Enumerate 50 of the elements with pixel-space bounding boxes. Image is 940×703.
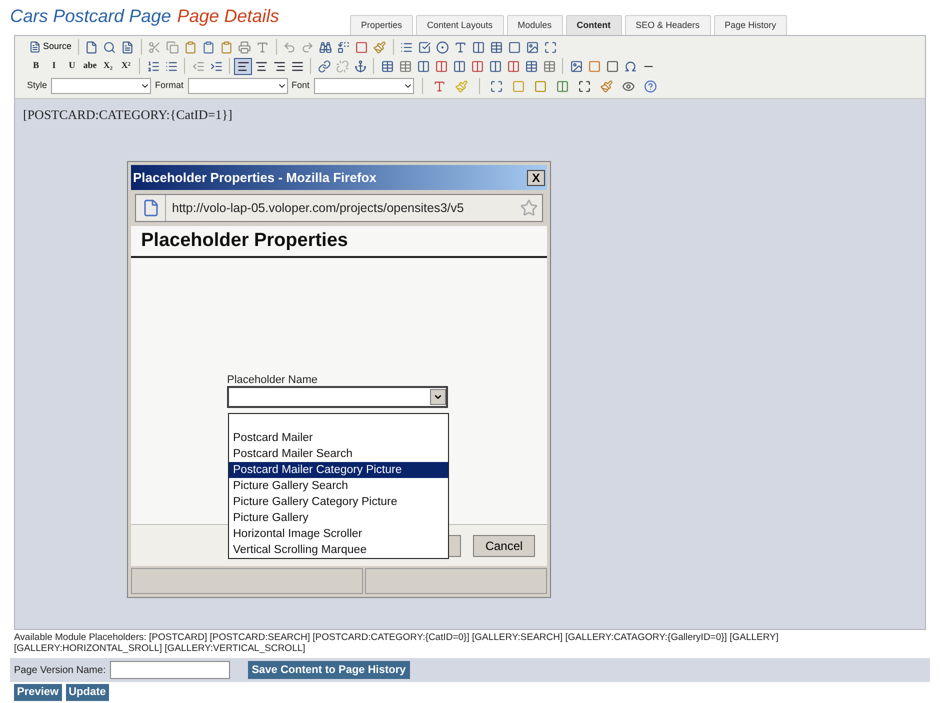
tab[interactable]: Modules [506,15,563,35]
action-button[interactable]: Update [66,684,109,701]
cancel-button[interactable]: Cancel [473,534,535,556]
align-button[interactable] [234,58,252,74]
format-button[interactable]: U [63,58,81,74]
tab[interactable]: SEO & Headers [624,15,711,35]
page-title: Cars Postcard Page [10,5,172,28]
tab[interactable]: Properties [350,15,414,35]
page-subtitle: Page Details [177,5,280,28]
url-text: http://volo-lap-05.voloper.com/projects/opensites3/v5 [171,200,465,217]
dropdown-option[interactable]: Picture Gallery [229,510,448,526]
dropdown-option[interactable]: Picture Gallery Category Picture [229,494,448,510]
dropdown-option[interactable]: Postcard Mailer Search [229,446,448,462]
dialog-title: Placeholder Properties - Mozilla Firefox [133,168,376,187]
format-button[interactable]: X² [117,58,135,74]
placeholders-note: Available Module Placeholders: [POSTCARD] [POSTCARD:SEARCH] [POSTCARD:CATEGORY:{CatID=0}] [GALLERY:SEARCH] [GALLERY:CATAGORY:{GalleryID=0}] [GALLERY] [GALLERY:HORIZONTAL_SROLL] [GALLERY:VERTICAL_SCROLL] [13,631,780,654]
document-icon [29,41,41,53]
caret-icon [430,389,446,405]
dropdown-option[interactable]: Vertical Scrolling Marquee [229,542,448,558]
align-icon [236,60,250,72]
format-button[interactable]: X₂ [99,58,117,74]
combo-label: Font [292,79,310,92]
field-label: Placeholder Name [227,373,318,388]
dropdown-option[interactable]: Postcard Mailer Category Picture [229,462,448,478]
source-button[interactable]: Source [27,38,74,56]
editor-content[interactable]: [POSTCARD:CATEGORY:{CatID=1}] [15,99,925,130]
format-button[interactable]: abe [81,58,99,74]
combo-select[interactable] [51,78,152,94]
close-button[interactable]: X [527,170,545,186]
tab[interactable]: Page History [714,15,788,35]
align-icon [272,60,286,72]
dropdown-option[interactable]: Picture Gallery Search [229,478,448,494]
save-history-button[interactable]: Save Content to Page History [248,661,410,679]
align-icon [254,60,268,72]
tab[interactable]: Content [566,15,622,35]
align-icon [290,60,304,72]
action-button[interactable]: Preview [14,684,62,701]
tab[interactable]: Content Layouts [416,15,504,35]
format-button[interactable]: I [45,58,63,74]
combo-select[interactable] [314,78,414,94]
dropdown-option[interactable]: Horizontal Image Scroller [229,526,448,542]
combo-label: Style [27,79,48,92]
dialog-heading: Placeholder Properties [141,228,348,253]
combo-label: Format [155,79,184,92]
version-label: Page Version Name: [14,664,106,678]
format-button[interactable]: B [27,58,45,74]
url-bar[interactable]: http://volo-lap-05.voloper.com/projects/opensites3/v5 [135,194,543,222]
dropdown-option[interactable]: Postcard Mailer [229,430,448,446]
version-field[interactable] [110,661,230,679]
placeholder-select[interactable] [227,386,448,408]
